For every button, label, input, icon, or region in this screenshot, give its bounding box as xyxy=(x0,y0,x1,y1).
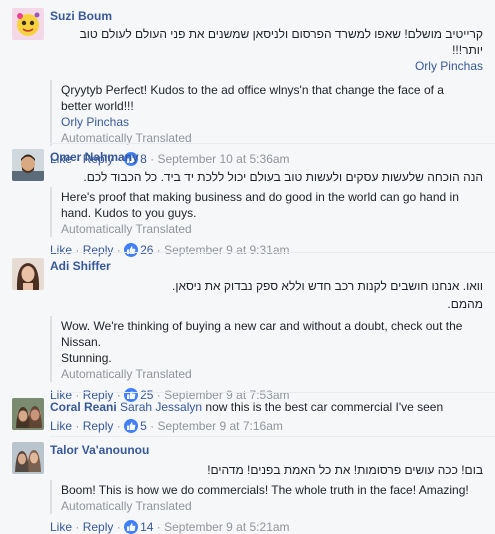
separator-dot: · xyxy=(156,243,161,257)
separator-dot: · xyxy=(75,520,80,534)
timestamp-link[interactable]: September 9 at 9:31am xyxy=(164,243,289,257)
thumbs-up-icon xyxy=(124,520,139,534)
reply-button[interactable]: Reply xyxy=(83,520,114,534)
comment-hebrew-text: וואו. אנחנו חושבים לקנות רכב חדש וללא ספ… xyxy=(172,279,483,293)
translation-line: Wow. We're thinking of buying a new car … xyxy=(61,319,463,333)
like-count[interactable]: 5 xyxy=(140,419,147,433)
mention-link[interactable]: Orly Pinchas xyxy=(61,114,483,130)
auto-translated-label: Automatically Translated xyxy=(61,222,192,236)
separator-dot: · xyxy=(116,419,121,433)
translation-line: Here's proof that making business and do… xyxy=(61,190,459,204)
comment-author[interactable]: Suzi Boum xyxy=(50,9,112,23)
translation-line: Qryytyb Perfect! Kudos to the ad office … xyxy=(61,83,444,97)
comment-actions: Like · Reply · 5 · September 9 at 7:16am xyxy=(50,418,483,434)
translation-line: Nissan. xyxy=(61,335,102,349)
separator-dot: · xyxy=(150,419,155,433)
translation-block: Qryytyb Perfect! Kudos to the ad office … xyxy=(50,80,483,146)
timestamp-link[interactable]: September 9 at 7:16am xyxy=(157,419,282,433)
separator-dot: · xyxy=(75,243,80,257)
comment-author[interactable]: Coral Reani xyxy=(50,400,117,414)
comment-actions: Like · Reply · 14 · September 9 at 5:21a… xyxy=(50,519,483,534)
mention-link[interactable]: Orly Pinchas xyxy=(50,58,483,74)
separator-dot: · xyxy=(156,520,161,534)
separator-dot: · xyxy=(116,243,121,257)
comment-hebrew-text: קרייטיב מושלם! שאפו למשרד הפרסום ולניסאן… xyxy=(79,27,483,57)
comment-text: now this is the best car commercial I've… xyxy=(205,400,444,414)
comment-divider xyxy=(50,143,495,144)
translation-line: Boom! This is how we do commercials! The… xyxy=(61,483,469,497)
reply-button[interactable]: Reply xyxy=(83,243,114,257)
translation-line: better world!!! xyxy=(61,99,134,113)
like-button[interactable]: Like xyxy=(50,419,72,433)
avatar-suzi-icon[interactable] xyxy=(12,8,44,40)
avatar-talor-icon[interactable] xyxy=(12,442,44,474)
like-count[interactable]: 26 xyxy=(140,243,153,257)
like-count[interactable]: 14 xyxy=(140,520,153,534)
translation-block: Wow. We're thinking of buying a new car … xyxy=(50,316,483,382)
avatar-coral-icon[interactable] xyxy=(12,398,44,430)
translation-block: Boom! This is how we do commercials! The… xyxy=(50,480,483,514)
mention-link[interactable]: Sarah Jessalyn xyxy=(120,400,202,414)
thumbs-up-icon xyxy=(124,419,139,433)
separator-dot: · xyxy=(116,520,121,534)
thumbs-up-icon xyxy=(124,243,139,257)
comment-actions: Like · Reply · 26 · September 9 at 9:31a… xyxy=(50,242,483,258)
auto-translated-label: Automatically Translated xyxy=(61,367,192,381)
comment-divider xyxy=(50,252,495,253)
like-button[interactable]: Like xyxy=(50,520,72,534)
avatar-omer-icon[interactable] xyxy=(12,149,44,181)
timestamp-link[interactable]: September 9 at 5:21am xyxy=(164,520,289,534)
avatar-adi-icon[interactable] xyxy=(12,258,44,290)
comment-divider xyxy=(50,436,495,437)
comment-author[interactable]: Adi Shiffer xyxy=(50,259,111,273)
translation-block: Here's proof that making business and do… xyxy=(50,187,483,237)
comment-author[interactable]: Talor Va'anounou xyxy=(50,443,149,457)
auto-translated-label: Automatically Translated xyxy=(61,499,192,513)
comments-panel: Suzi Boum קרייטיב מושלם! שאפו למשרד הפרס… xyxy=(0,0,495,534)
comment-hebrew-text: הנה הוכחה שלעשות עסקים ולעשות טוב בעולם … xyxy=(83,170,483,184)
translation-line: Stunning. xyxy=(61,351,112,365)
comment-author[interactable]: Omer Nahmany xyxy=(50,150,139,164)
like-button[interactable]: Like xyxy=(50,243,72,257)
translation-line: hand. Kudos to you guys. xyxy=(61,206,197,220)
separator-dot: · xyxy=(75,419,80,433)
reply-button[interactable]: Reply xyxy=(83,419,114,433)
comment-divider xyxy=(50,392,495,393)
comment-hebrew-text: מהמם. xyxy=(447,297,483,311)
comment-hebrew-text: בום! ככה עושים פרסומות! את כל האמת בפנים… xyxy=(207,463,483,477)
